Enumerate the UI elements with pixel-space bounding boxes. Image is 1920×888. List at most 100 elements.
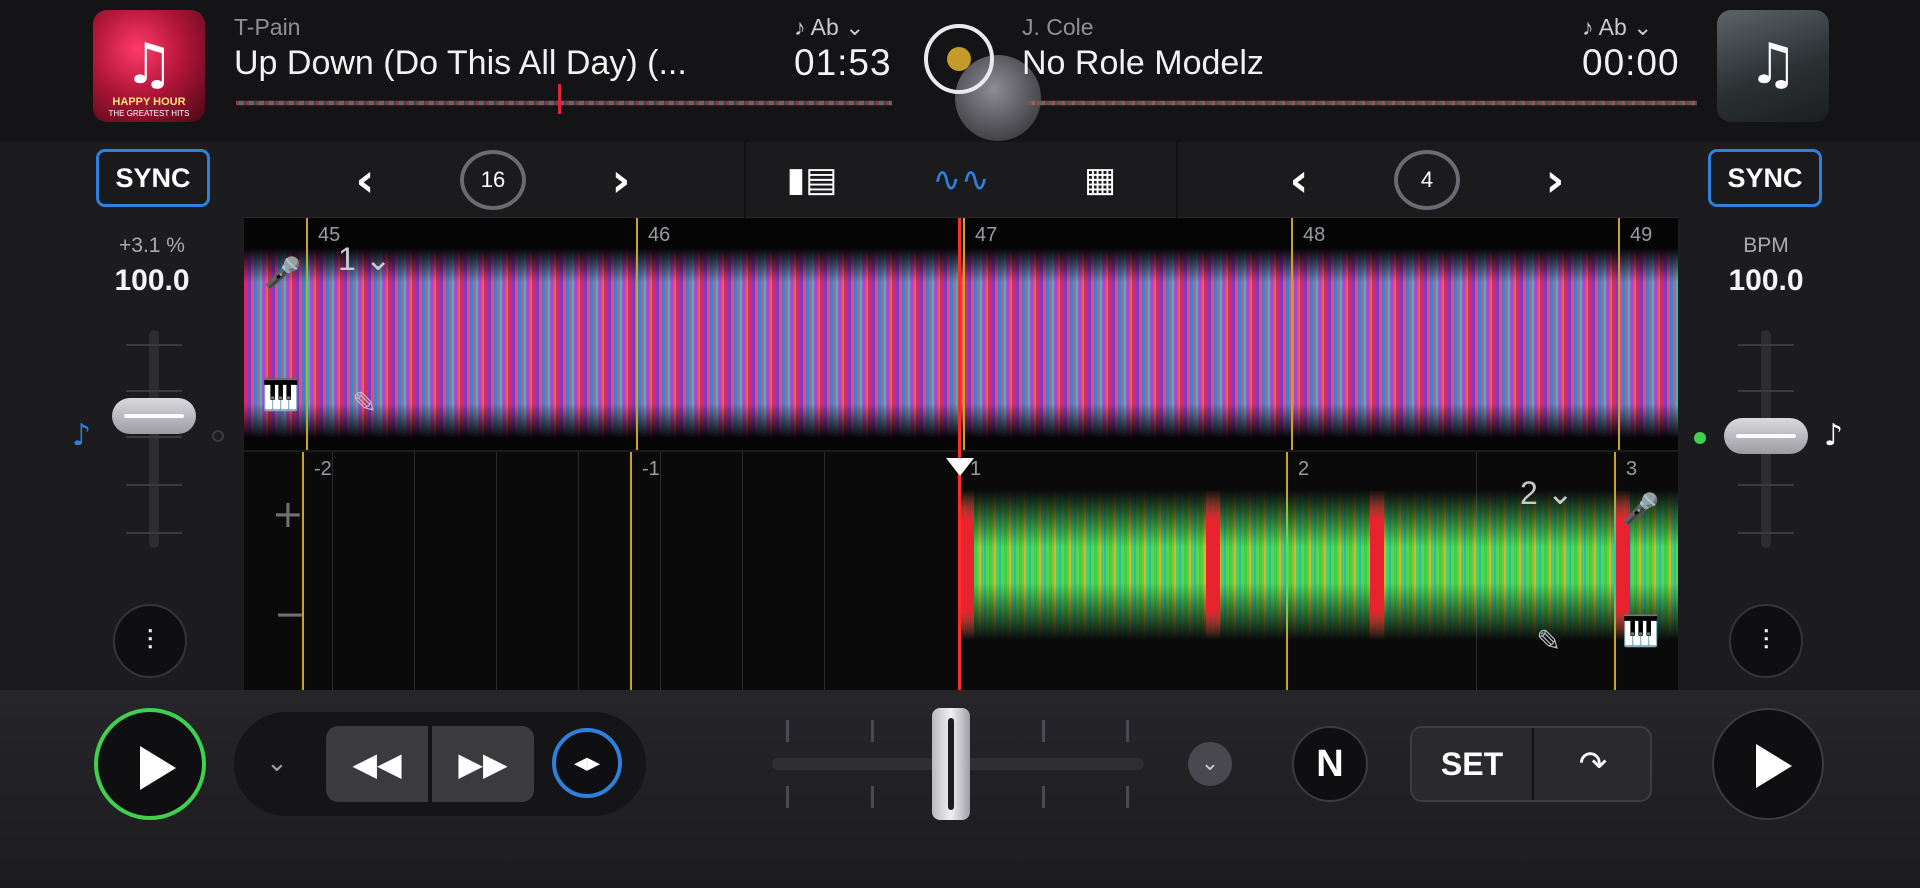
xfader-tick [786, 786, 789, 808]
xfader-tick [1042, 720, 1045, 742]
right-beatjump-forward[interactable]: › [1530, 152, 1580, 208]
bar-number: -2 [314, 458, 332, 480]
music-note-icon: ♫ [1747, 32, 1799, 97]
knob-dot [947, 47, 971, 71]
pencil-icon[interactable]: ✎ [352, 386, 377, 421]
fader-tick [1738, 390, 1794, 392]
left-overview-waveform[interactable] [236, 100, 892, 106]
bar-number: 3 [1626, 458, 1638, 480]
left-key-selector[interactable]: ♪ Ab ⌄ [794, 14, 864, 41]
left-track-title: Up Down (Do This All Day) (... [234, 44, 687, 82]
crossfader-options-button[interactable]: ⌄ [1188, 742, 1232, 786]
left-pitch-fader-track[interactable] [149, 330, 159, 548]
right-play-button[interactable] [1712, 708, 1824, 820]
left-sync-button[interactable]: SYNC [96, 149, 210, 207]
bar-number: 45 [318, 224, 341, 246]
waveform-view-icon[interactable]: ∿∿ [930, 156, 992, 204]
beat-line [496, 452, 497, 690]
left-keylock-icon[interactable]: ♪ [72, 418, 91, 453]
bar-line [1291, 218, 1293, 450]
left-play-button[interactable] [94, 708, 206, 820]
xfader-tick [1126, 720, 1129, 742]
right-bpm-label: BPM [1743, 234, 1789, 257]
left-fader-indicator [212, 430, 224, 442]
left-eq-button[interactable]: ⫶ [113, 604, 187, 678]
right-keylock-icon[interactable]: ♪ [1824, 418, 1843, 453]
waveform-band [959, 490, 1678, 640]
pencil-icon[interactable]: ✎ [1536, 624, 1561, 659]
left-loop-button[interactable]: 16 [460, 150, 526, 210]
pads-view-icon[interactable]: ▦ [1076, 156, 1124, 204]
bar-number: 48 [1303, 224, 1326, 246]
bar-line [1618, 218, 1620, 450]
right-album-art[interactable]: ♫ [1717, 10, 1829, 122]
album-cover-subtitle: THE GREATEST HITS [108, 109, 190, 118]
beat-line [332, 452, 333, 690]
play-icon [140, 746, 176, 790]
left-beatjump-back[interactable]: ‹ [340, 152, 390, 208]
play-icon [1756, 744, 1792, 788]
right-key-selector[interactable]: ♪ Ab ⌄ [1582, 14, 1652, 41]
xfader-tick [1042, 786, 1045, 808]
loop-nav-bar: ‹ 16 › ▮▤ ∿∿ ▦ ‹ 4 › [244, 142, 1678, 218]
fast-forward-button[interactable]: ▶▶ [432, 726, 534, 802]
bar-number: 47 [975, 224, 998, 246]
beat-line [742, 452, 743, 690]
crossfader-knob[interactable] [932, 708, 970, 820]
right-sync-button[interactable]: SYNC [1708, 149, 1822, 207]
n-button[interactable]: N [1292, 726, 1368, 802]
chevron-down-icon[interactable]: ⌄ [266, 748, 288, 778]
left-deck-waveform[interactable]: 45 46 47 48 49 🎤 1 ⌄ 🎹 ✎ [244, 218, 1678, 450]
zoom-in-icon[interactable]: + [272, 492, 304, 536]
right-loop-button[interactable]: 4 [1394, 150, 1460, 210]
jump-button[interactable]: ↷ [1534, 728, 1652, 800]
set-button[interactable]: SET [1412, 728, 1532, 800]
bar-number: 2 [1298, 458, 1310, 480]
playhead [958, 218, 961, 690]
levels-view-icon[interactable]: ▮▤ [784, 156, 840, 204]
right-pitch-fader-knob[interactable] [1724, 418, 1808, 454]
bar-line [636, 218, 638, 450]
piano-icon[interactable]: 🎹 [1622, 614, 1659, 649]
knob-line [124, 414, 184, 418]
zoom-out-icon[interactable]: − [274, 592, 306, 636]
left-hotcue-selector[interactable]: 1 ⌄ [338, 240, 392, 278]
dj-app: ♫ HAPPY HOUR THE GREATEST HITS T-Pain Up… [0, 0, 1920, 888]
left-beatjump-forward[interactable]: › [596, 152, 646, 208]
sliders-icon: ⫶ [146, 625, 154, 656]
beat-line [660, 452, 661, 690]
right-deck-waveform[interactable]: -2 -1 1 2 3 + − 2 ⌄ 🎤 ✎ 🎹 [244, 452, 1678, 690]
left-bpm: 100.0 [114, 264, 190, 297]
album-cover-title: HAPPY HOUR [112, 96, 186, 108]
xfader-tick [786, 720, 789, 742]
divider [1176, 142, 1178, 218]
fader-tick [1738, 484, 1794, 486]
fader-tick [126, 484, 182, 486]
right-track-title: No Role Modelz [1022, 44, 1264, 82]
xfader-tick [871, 786, 874, 808]
right-beatjump-back[interactable]: ‹ [1274, 152, 1324, 208]
piano-icon[interactable]: 🎹 [262, 378, 299, 413]
beat-line [578, 452, 579, 690]
microphone-icon[interactable]: 🎤 [264, 256, 301, 291]
right-artist: J. Cole [1022, 14, 1094, 40]
beat-line [414, 452, 415, 690]
fader-tick [126, 436, 182, 438]
right-overview-waveform[interactable] [1027, 100, 1697, 106]
microphone-icon[interactable]: 🎤 [1622, 492, 1659, 527]
left-album-art[interactable]: ♫ HAPPY HOUR THE GREATEST HITS [93, 10, 205, 122]
fader-tick [126, 532, 182, 534]
knob-line [948, 718, 954, 810]
left-pitch-fader-knob[interactable] [112, 398, 196, 434]
bar-line [306, 218, 308, 450]
rewind-button[interactable]: ◀◀ [326, 726, 428, 802]
right-hotcue-selector[interactable]: 2 ⌄ [1520, 474, 1574, 512]
right-eq-button[interactable]: ⫶ [1729, 604, 1803, 678]
music-note-icon: ♫ [123, 32, 175, 97]
transient [1206, 490, 1220, 640]
center-knob[interactable] [924, 24, 994, 94]
fader-tick [1738, 344, 1794, 346]
sync-lock-button[interactable]: ◂▸ [552, 728, 622, 798]
bar-number: 46 [648, 224, 671, 246]
bar-line [302, 452, 304, 690]
